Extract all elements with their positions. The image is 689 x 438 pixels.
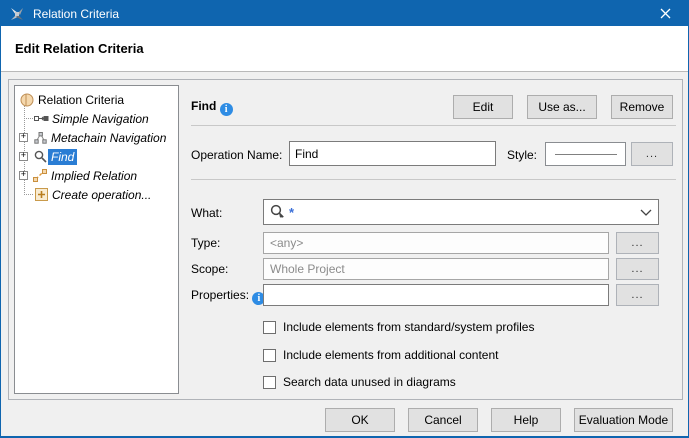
close-icon (660, 8, 671, 19)
window-title: Relation Criteria (33, 7, 119, 21)
style-label: Style: (507, 148, 537, 162)
chevron-down-icon[interactable] (640, 205, 652, 219)
metachain-navigation-icon (32, 131, 48, 145)
tree-item-label: Simple Navigation (49, 111, 152, 127)
what-combobox[interactable]: * (263, 199, 659, 225)
use-as-button[interactable]: Use as... (527, 95, 597, 119)
edit-button[interactable]: Edit (453, 95, 513, 119)
scope-label: Scope: (191, 262, 228, 276)
tree-item-find[interactable]: + Find (19, 147, 77, 166)
properties-more-button[interactable]: ... (616, 284, 659, 306)
create-operation-icon (33, 188, 49, 202)
tree-item-label: Relation Criteria (35, 92, 127, 108)
simple-navigation-icon (33, 112, 49, 126)
dialog-header-title: Edit Relation Criteria (15, 41, 144, 56)
operation-name-label: Operation Name: (191, 148, 282, 162)
tree-item-label: Create operation... (49, 187, 154, 203)
separator (191, 179, 676, 180)
relation-criteria-icon (19, 93, 35, 107)
tree-item-relation-criteria[interactable]: Relation Criteria (19, 90, 127, 109)
what-label: What: (191, 206, 222, 220)
close-button[interactable] (643, 1, 688, 26)
criteria-tree: Relation Criteria Simple Navigation + (14, 85, 179, 394)
type-more-button[interactable]: ... (616, 232, 659, 254)
type-label: Type: (191, 236, 220, 250)
type-field: <any> (263, 232, 609, 254)
tree-item-create-operation[interactable]: Create operation... (33, 185, 154, 204)
find-info-icon[interactable]: i (220, 103, 233, 116)
tree-branch (24, 118, 33, 119)
search-icon (270, 204, 287, 220)
checkbox-label: Search data unused in diagrams (283, 375, 456, 389)
checkbox-icon[interactable] (263, 349, 276, 362)
properties-label: Properties: (191, 288, 249, 302)
checkbox-icon[interactable] (263, 376, 276, 389)
tree-item-label: Find (48, 149, 77, 165)
checkbox-include-standard-profiles[interactable]: Include elements from standard/system pr… (263, 320, 534, 334)
scope-field: Whole Project (263, 258, 609, 280)
cancel-button[interactable]: Cancel (408, 408, 478, 432)
checkbox-icon[interactable] (263, 321, 276, 334)
find-icon (32, 150, 48, 164)
style-preview-field[interactable] (545, 142, 626, 166)
style-more-button[interactable]: ... (631, 142, 673, 166)
tree-branch (24, 194, 33, 195)
tree-item-label: Implied Relation (48, 168, 140, 184)
properties-field[interactable] (263, 284, 609, 306)
checkbox-search-unused-data[interactable]: Search data unused in diagrams (263, 375, 456, 389)
dialog-header: Edit Relation Criteria (1, 26, 688, 72)
checkbox-label: Include elements from standard/system pr… (283, 320, 534, 334)
properties-label-row: Properties: i (191, 288, 265, 305)
operation-name-input[interactable] (289, 141, 496, 166)
expand-plus-icon[interactable]: + (19, 171, 28, 180)
what-value: * (289, 205, 294, 220)
tree-item-metachain-navigation[interactable]: + Metachain Navigation (19, 128, 169, 147)
checkbox-include-additional-content[interactable]: Include elements from additional content (263, 348, 498, 362)
tree-item-implied-relation[interactable]: + Implied Relation (19, 166, 140, 185)
evaluation-mode-button[interactable]: Evaluation Mode (574, 408, 673, 432)
expand-plus-icon[interactable]: + (19, 152, 28, 161)
relation-criteria-dialog: Relation Criteria Edit Relation Criteria… (0, 0, 689, 438)
ok-button[interactable]: OK (325, 408, 395, 432)
app-logo-icon (9, 6, 25, 22)
help-button[interactable]: Help (491, 408, 561, 432)
checkbox-label: Include elements from additional content (283, 348, 498, 362)
separator (191, 125, 676, 126)
tree-item-simple-navigation[interactable]: Simple Navigation (33, 109, 152, 128)
selected-operation-title: Find (191, 99, 216, 113)
titlebar[interactable]: Relation Criteria (1, 1, 688, 26)
scope-more-button[interactable]: ... (616, 258, 659, 280)
pane-title-row: Find i (191, 99, 233, 116)
remove-button[interactable]: Remove (611, 95, 673, 119)
expand-plus-icon[interactable]: + (19, 133, 28, 142)
line-style-sample (555, 154, 617, 155)
implied-relation-icon (32, 169, 48, 183)
tree-item-label: Metachain Navigation (48, 130, 169, 146)
